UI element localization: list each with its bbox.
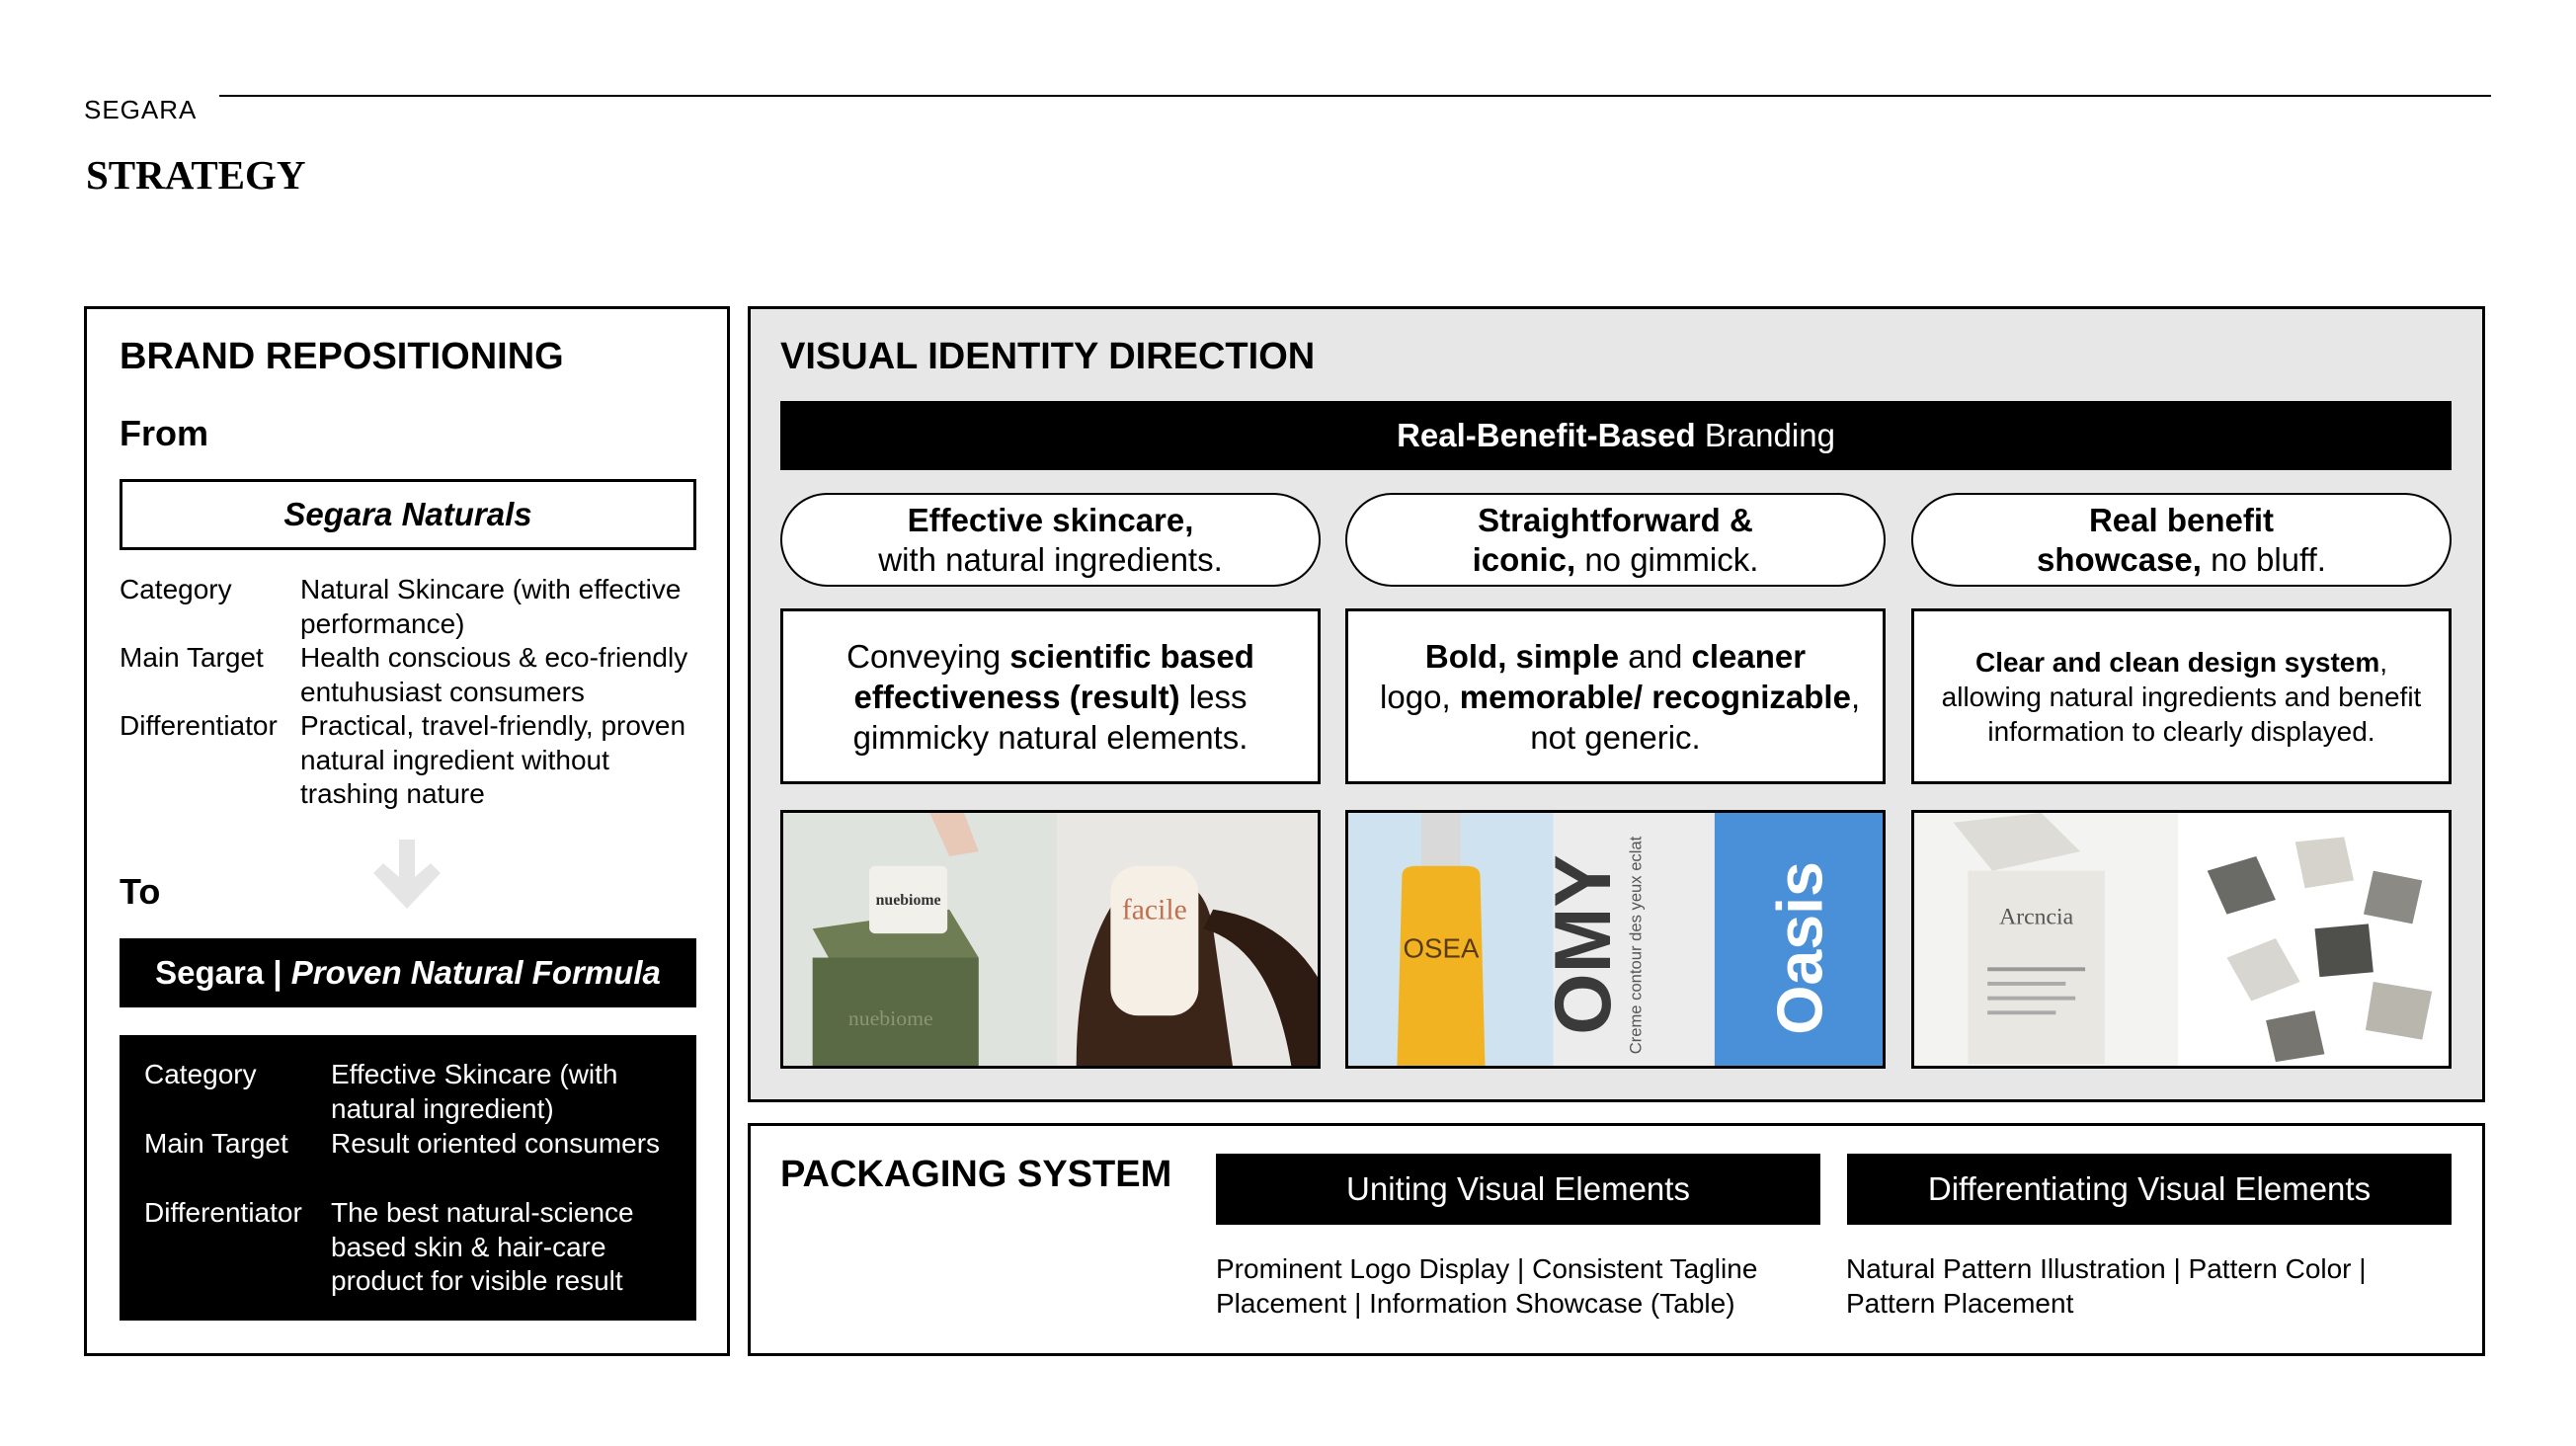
- branding-bar-regular: Branding: [1695, 417, 1835, 453]
- description-2-bold-3: memorable/ recognizable: [1459, 678, 1851, 715]
- visual-identity-heading: VISUAL IDENTITY DIRECTION: [780, 336, 1316, 377]
- pillar-real-benefit: Real benefit showcase, no bluff.: [1911, 493, 2452, 587]
- uniting-visual-elements-label: Uniting Visual Elements: [1216, 1154, 1820, 1225]
- img2-logo-label: Oasis: [1763, 861, 1835, 1035]
- pillar-effective-skincare: Effective skincare, with natural ingredi…: [780, 493, 1321, 587]
- header-divider: [219, 95, 2491, 97]
- to-category-value: Effective Skincare (with natural ingredi…: [331, 1059, 618, 1124]
- to-brand-name: Segara | Proven Natural Formula: [120, 938, 696, 1007]
- description-2-bold-2: cleaner: [1691, 637, 1807, 675]
- img1-bottle-label: facile: [1122, 895, 1187, 926]
- description-2-part-2: logo,: [1370, 678, 1460, 715]
- diff-text-line-2: Pattern Placement: [1846, 1288, 2074, 1319]
- pillar-2-line-2-bold: iconic,: [1472, 540, 1576, 578]
- description-bold-logo: Bold, simple and cleaner logo, memorable…: [1345, 608, 1886, 784]
- pillar-2-line-2-rest: no gimmick.: [1575, 540, 1759, 578]
- to-differentiator-label: Differentiator: [144, 1197, 302, 1228]
- uniting-visual-elements-text: Prominent Logo Display | Consistent Tagl…: [1216, 1251, 1757, 1321]
- branding-bar-bold: Real-Benefit-Based: [1397, 417, 1696, 453]
- img2-panel-label: OMY: [1539, 854, 1629, 1035]
- to-brand-name-tagline: Proven Natural Formula: [290, 954, 661, 991]
- to-label: To: [120, 871, 161, 912]
- description-1-part-1: Conveying: [846, 637, 1010, 675]
- brand-name: SEGARA: [84, 95, 198, 124]
- product-photo-nuebiome: nuebiome nuebiome facile: [780, 810, 1321, 1069]
- description-2-text: Bold, simple and cleaner logo, memorable…: [1370, 636, 1861, 758]
- from-target-value: Health conscious & eco-friendly entuhusi…: [300, 642, 688, 707]
- differentiating-visual-elements-text: Natural Pattern Illustration | Pattern C…: [1846, 1251, 2367, 1321]
- img2-panel-side-text: Creme contour des yeux eclat: [1627, 836, 1646, 1054]
- page-title: STRATEGY: [86, 152, 306, 198]
- pillar-1-line-2: with natural ingredients.: [878, 540, 1223, 578]
- arrow-down-icon: [373, 840, 441, 911]
- packaging-system-heading: PACKAGING SYSTEM: [780, 1154, 1172, 1195]
- differentiating-visual-elements-label: Differentiating Visual Elements: [1847, 1154, 2452, 1225]
- logo-samples-photo: OSEA OMY Creme contour des yeux eclat Oa…: [1345, 810, 1886, 1069]
- description-2-bold-1: Bold, simple: [1424, 637, 1620, 675]
- description-3-bold: Clear and clean design system: [1974, 646, 2380, 678]
- from-differentiator-label: Differentiator: [120, 710, 278, 741]
- img2-bottle-label: OSEA: [1403, 933, 1480, 964]
- pillar-3-line-2-bold: showcase,: [2037, 540, 2202, 578]
- description-1-text: Conveying scientific based effectiveness…: [805, 636, 1296, 758]
- description-design-system: Clear and clean design system, allowing …: [1911, 608, 2452, 784]
- to-brand-name-prefix: Segara |: [155, 954, 291, 991]
- brand-repositioning-heading: BRAND REPOSITIONING: [120, 336, 564, 377]
- branding-bar: Real-Benefit-Based Branding: [780, 401, 2452, 470]
- description-scientific: Conveying scientific based effectiveness…: [780, 608, 1321, 784]
- pillar-3-line-1: Real benefit: [2088, 501, 2275, 538]
- pillar-2-line-1: Straightforward &: [1478, 501, 1753, 538]
- description-3-text: Clear and clean design system, allowing …: [1936, 645, 2427, 749]
- to-category-label: Category: [144, 1059, 257, 1089]
- from-category-label: Category: [120, 574, 232, 604]
- from-brand-name: Segara Naturals: [120, 479, 696, 550]
- to-target-value: Result oriented consumers: [331, 1128, 661, 1159]
- img1-box-label-2: nuebiome: [848, 1006, 933, 1030]
- from-differentiator-value: Practical, travel-friendly, proven natur…: [300, 710, 686, 809]
- img1-box-label: nuebiome: [876, 892, 941, 909]
- pillar-1-line-1: Effective skincare,: [907, 501, 1194, 538]
- from-target-label: Main Target: [120, 642, 264, 673]
- to-differentiator-value: The best natural-science based skin & ha…: [331, 1197, 634, 1296]
- uniting-text-line-2: Placement | Information Showcase (Table): [1216, 1288, 1735, 1319]
- pillar-3-line-2-rest: no bluff.: [2201, 540, 2326, 578]
- diff-text-line-1: Natural Pattern Illustration | Pattern C…: [1846, 1253, 2367, 1284]
- pillar-2-line-2: iconic, no gimmick.: [1473, 540, 1759, 580]
- pillar-3-line-2: showcase, no bluff.: [2037, 540, 2326, 580]
- packaging-photo-arcncia: Arcncia: [1911, 810, 2452, 1069]
- from-label: From: [120, 413, 208, 453]
- to-target-label: Main Target: [144, 1128, 288, 1159]
- uniting-text-line-1: Prominent Logo Display | Consistent Tagl…: [1216, 1253, 1758, 1284]
- description-2-part-1: and: [1619, 637, 1692, 675]
- pillar-straightforward: Straightforward & iconic, no gimmick.: [1345, 493, 1886, 587]
- from-category-value: Natural Skincare (with effective perform…: [300, 574, 682, 639]
- img3-box-label: Arcncia: [1999, 904, 2074, 929]
